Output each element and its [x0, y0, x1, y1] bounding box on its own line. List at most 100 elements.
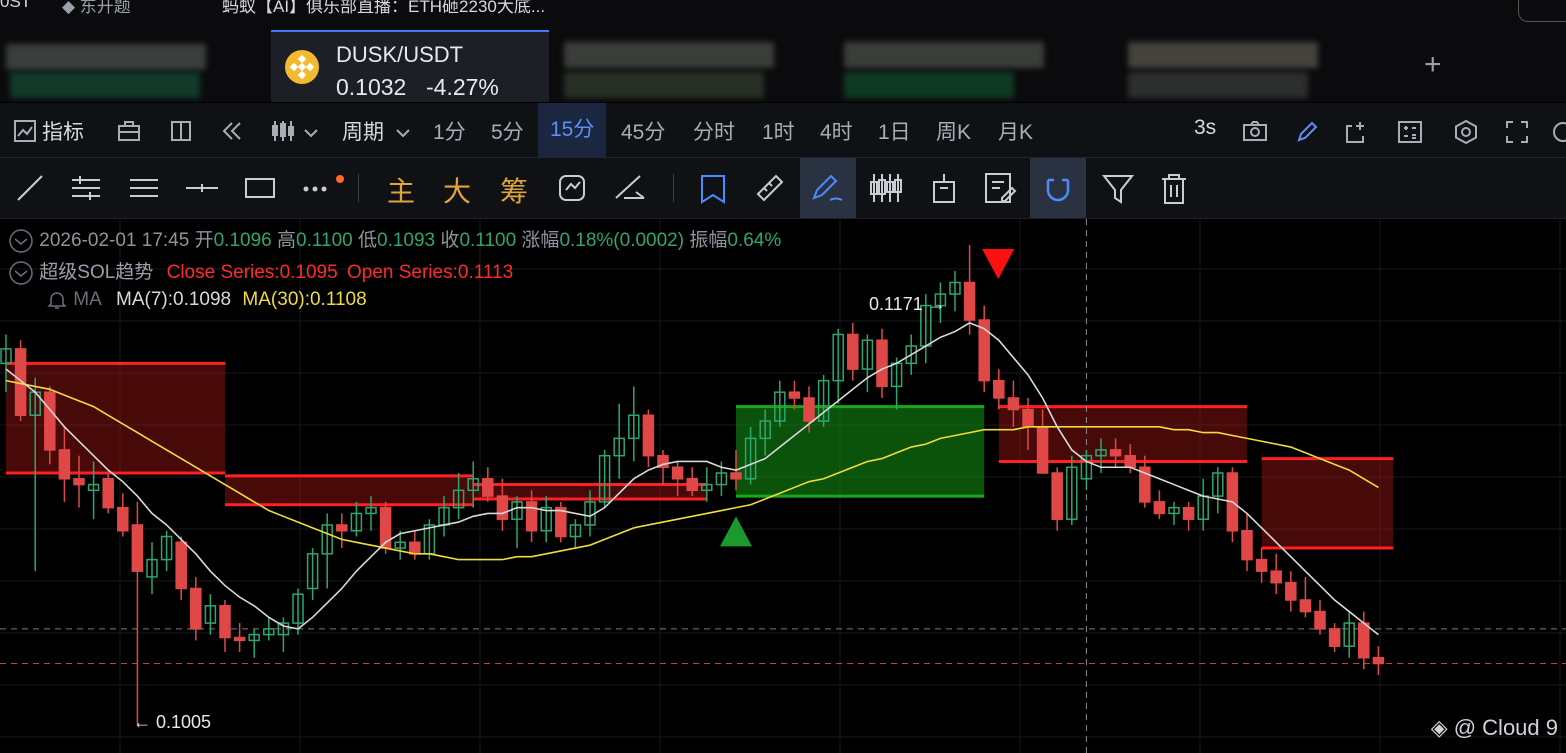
candle-body: [686, 478, 698, 492]
low-label: 低: [358, 230, 378, 251]
candle-body: [1285, 581, 1297, 601]
low-price-marker: ← 0.1005: [133, 712, 212, 732]
sell-signal-arrow: [982, 248, 1015, 279]
indicators-button[interactable]: 指标: [42, 116, 84, 146]
bookmark-icon[interactable]: [694, 168, 734, 208]
camera-icon[interactable]: [1243, 121, 1267, 146]
add-window-icon[interactable]: [1346, 121, 1368, 148]
candle-body: [671, 466, 684, 480]
pen-draw-icon[interactable]: [800, 158, 856, 218]
more-right-icon[interactable]: [1552, 121, 1566, 148]
magnet-icon[interactable]: [1030, 158, 1086, 218]
measure-arrows-icon[interactable]: [610, 168, 650, 208]
ma-legend[interactable]: MA MA(7):0.1098 MA(30):0.1108: [46, 289, 367, 311]
main-chart-toggle[interactable]: 主: [387, 170, 415, 210]
interval-1mo[interactable]: 月K: [998, 116, 1033, 146]
period-chevron-icon[interactable]: [396, 125, 410, 143]
trend-line-icon[interactable]: [10, 168, 50, 208]
interval-4h[interactable]: 4时: [820, 116, 853, 146]
tab-blurred-4[interactable]: [1120, 32, 1350, 102]
tab-blurred-2[interactable]: [556, 32, 826, 102]
refresh-interval[interactable]: 3s: [1194, 116, 1216, 140]
candle-body: [1109, 449, 1122, 457]
candle-body: [993, 379, 1005, 399]
candle-body: [219, 605, 231, 639]
indicators-icon[interactable]: [14, 120, 36, 147]
open-series-value: Open Series:0.1113: [346, 262, 514, 283]
interval-1h[interactable]: 1时: [762, 116, 795, 146]
news-headline[interactable]: 蚂蚁【AI】俱乐部直播：ETH砸2230大底...: [222, 0, 545, 17]
interval-1m[interactable]: 1分: [433, 116, 466, 146]
interval-45m[interactable]: 45分: [621, 116, 665, 146]
high-value: 0.1100: [296, 230, 353, 251]
more-tools-icon[interactable]: [298, 168, 344, 208]
supertrend-band: [225, 475, 474, 505]
candle-body: [73, 478, 85, 486]
ohlc-legend: 2026-02-01 17:45 开0.1096 高0.1100 低0.1093…: [8, 225, 781, 254]
candle-body: [1051, 472, 1063, 520]
horizontal-ray-icon[interactable]: [182, 168, 222, 208]
ruler-icon[interactable]: [750, 168, 790, 208]
collapse-chevron-icon[interactable]: [8, 260, 34, 286]
candle-body: [1328, 628, 1341, 647]
top-right-button[interactable]: [1518, 0, 1566, 22]
chip-distribution-toggle[interactable]: 筹: [500, 170, 528, 210]
columns-icon[interactable]: [171, 121, 191, 146]
supertrend-band: [998, 406, 1247, 462]
edit-template-icon[interactable]: [980, 168, 1020, 208]
supertrend-band: [1261, 458, 1393, 549]
sol-indicator-legend[interactable]: 超级SOL趋势 Close Series:0.1095 Open Series:…: [8, 257, 513, 286]
collapse-chevron-icon[interactable]: [8, 228, 34, 254]
tab-price: 0.1032: [336, 74, 407, 100]
calculator-icon[interactable]: [1398, 121, 1422, 148]
horizontal-lines-icon[interactable]: [124, 168, 164, 208]
interval-1w[interactable]: 周K: [936, 116, 971, 146]
settings-icon[interactable]: [1454, 119, 1478, 149]
sol-indicator-name: 超级SOL趋势: [39, 262, 154, 283]
top-strip-left-text: 0ST: [0, 0, 32, 11]
tab-blurred-3[interactable]: [836, 32, 1106, 102]
candle-body: [1255, 558, 1268, 572]
layout-icon[interactable]: [118, 121, 140, 146]
ohlc-datetime: 2026-02-01 17:45: [39, 230, 190, 251]
tab-symbol: DUSK/USDT: [336, 42, 464, 67]
candle-type-icon[interactable]: [271, 119, 295, 148]
open-label: 开: [194, 230, 214, 251]
period-button[interactable]: 周期: [342, 116, 384, 146]
amplitude-label: 振幅: [689, 230, 728, 251]
bell-icon[interactable]: [46, 289, 68, 311]
candle-body: [336, 524, 348, 532]
fullscreen-icon[interactable]: [1506, 121, 1528, 148]
sync-icon[interactable]: [552, 168, 592, 208]
candlestick-chart[interactable]: 2026-02-01 17:45 开0.1096 高0.1100 低0.1093…: [0, 219, 1566, 753]
parallel-lines-icon[interactable]: [66, 168, 106, 208]
toolbar-divider: [358, 174, 359, 202]
candle-body: [175, 541, 187, 590]
interval-timeshare[interactable]: 分时: [693, 116, 735, 146]
top-strip-tag[interactable]: ◆ 东开题: [62, 0, 131, 17]
interval-1d[interactable]: 1日: [878, 116, 911, 146]
candle-body: [1153, 501, 1166, 515]
close-series-value: Close Series:0.1095: [166, 262, 338, 283]
interval-5m[interactable]: 5分: [491, 116, 524, 146]
candle-body: [58, 449, 71, 480]
ma7-value: MA(7):0.1098: [116, 289, 232, 311]
pencil-icon[interactable]: [1296, 121, 1318, 148]
tab-dusk-usdt[interactable]: DUSK/USDT 0.1032 -4.27%: [271, 30, 549, 102]
candle-body: [496, 495, 509, 520]
symbol-tabs: DUSK/USDT 0.1032 -4.27% +: [0, 28, 1566, 102]
trash-icon[interactable]: [1154, 168, 1194, 208]
chevron-down-icon[interactable]: [304, 125, 318, 143]
lock-drawings-icon[interactable]: [924, 168, 964, 208]
candle-body: [847, 333, 859, 370]
tab-blurred-1[interactable]: [0, 32, 266, 102]
big-chart-toggle[interactable]: 大: [443, 170, 471, 210]
low-value: 0.1093: [377, 230, 436, 251]
replay-icon[interactable]: [221, 121, 243, 146]
add-tab-button[interactable]: +: [1424, 48, 1442, 82]
pattern-icon[interactable]: [866, 168, 906, 208]
top-news-strip: 0ST ◆ 东开题 蚂蚁【AI】俱乐部直播：ETH砸2230大底...: [0, 0, 1566, 28]
interval-15m[interactable]: 15分: [538, 103, 607, 157]
rectangle-icon[interactable]: [240, 168, 280, 208]
filter-icon[interactable]: [1098, 168, 1138, 208]
